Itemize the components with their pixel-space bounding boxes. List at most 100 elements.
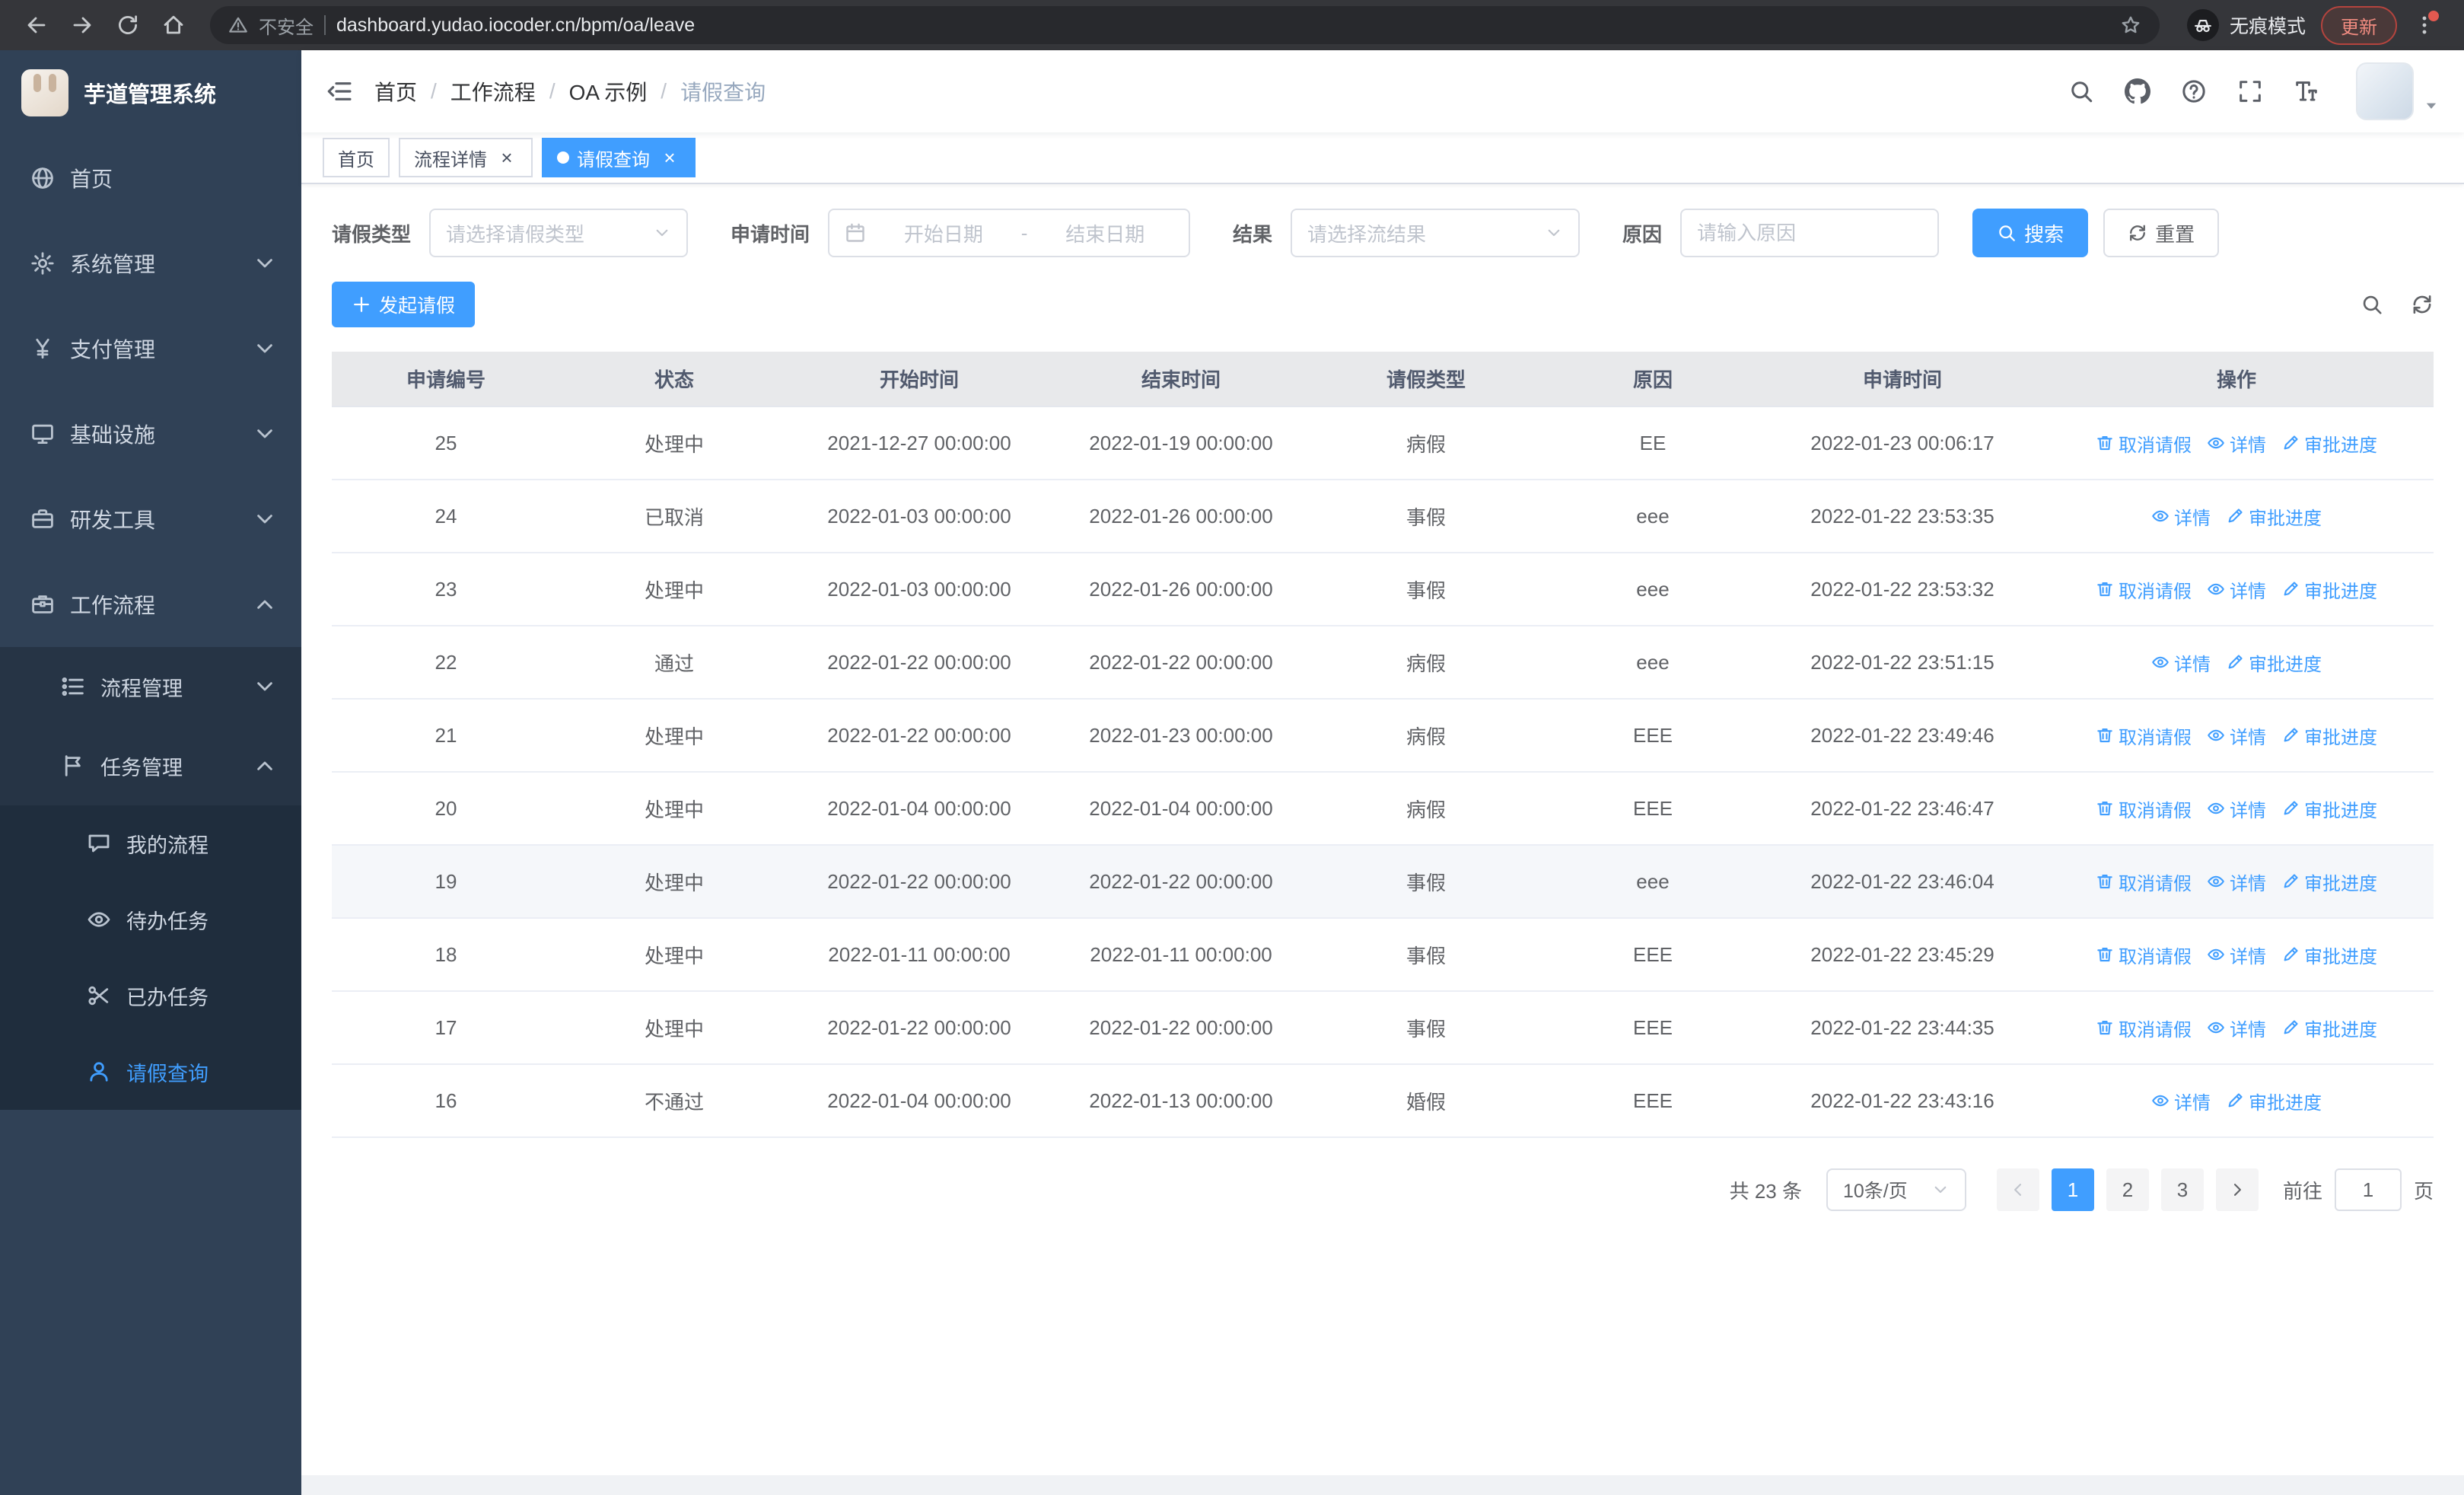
sidebar-item-5[interactable]: 研发工具 [0,477,301,562]
tab-3[interactable]: 请假查询 × [542,138,696,177]
font-size-icon[interactable] [2294,78,2319,104]
detail-action-link[interactable]: 详情 [2207,795,2266,822]
progress-action-link[interactable]: 审批进度 [2281,576,2377,603]
sidebar-item-label: 任务管理 [100,756,183,779]
table-cell-actions: 取消请假 详情 审批进度 [2039,991,2434,1065]
result-placeholder: 请选择流结果 [1307,222,1427,246]
detail-action-link[interactable]: 详情 [2207,430,2266,457]
breadcrumb-item[interactable]: OA 示例 [569,76,648,107]
user-icon [87,1060,111,1084]
detail-action-link[interactable]: 详情 [2207,942,2266,968]
table-cell: 19 [332,845,560,919]
detail-action-link[interactable]: 详情 [2207,722,2266,749]
result-select[interactable]: 请选择流结果 [1291,209,1581,257]
progress-action-link[interactable]: 审批进度 [2281,722,2377,749]
sidebar-item-label: 请假查询 [126,1062,209,1085]
browser-reload-icon[interactable] [107,4,149,46]
apply-time-range-picker[interactable]: 开始日期 - 结束日期 [828,209,1191,257]
progress-action-link[interactable]: 审批进度 [2281,1015,2377,1041]
prev-page-button[interactable] [1996,1168,2039,1211]
sidebar-item-10[interactable]: 待办任务 [0,881,301,958]
table-cell: EEE [1540,699,1765,773]
detail-action-link[interactable]: 详情 [2207,576,2266,603]
leave-type-label: 请假类型 [332,222,412,246]
page-size-select[interactable]: 10条/页 [1826,1168,1966,1211]
sidebar-item-11[interactable]: 已办任务 [0,958,301,1034]
table-cell: 2022-01-04 00:00:00 [1050,772,1312,846]
progress-action-link[interactable]: 审批进度 [2226,1088,2322,1114]
edit-icon [2281,872,2300,891]
cancel-action-link[interactable]: 取消请假 [2096,795,2192,822]
close-tab-icon[interactable]: × [659,147,680,168]
cancel-action-link[interactable]: 取消请假 [2096,869,2192,895]
sidebar-item-12[interactable]: 请假查询 [0,1034,301,1110]
sidebar-item-label: 我的流程 [126,834,209,857]
progress-action-link[interactable]: 审批进度 [2281,942,2377,968]
cancel-action-link[interactable]: 取消请假 [2096,430,2192,457]
sidebar-item-4[interactable]: 基础设施 [0,391,301,477]
create-leave-button[interactable]: 发起请假 [332,282,476,327]
eye-icon [87,907,111,932]
browser-home-icon[interactable] [152,4,195,46]
breadcrumb-item[interactable]: 工作流程 [450,76,536,107]
page-button-2[interactable]: 2 [2106,1168,2149,1211]
reason-input[interactable] [1680,209,1940,257]
reset-button[interactable]: 重置 [2103,209,2220,257]
detail-action-link[interactable]: 详情 [2207,869,2266,895]
table-cell: 2022-01-22 23:49:46 [1765,699,2039,773]
tab-1[interactable]: 首页 [323,138,390,177]
progress-action-link[interactable]: 审批进度 [2281,795,2377,822]
sidebar-collapse-icon[interactable] [326,78,353,105]
detail-action-link[interactable]: 详情 [2151,649,2211,676]
sidebar-item-9[interactable]: 我的流程 [0,805,301,881]
header-search-icon[interactable] [2068,78,2094,104]
progress-action-link[interactable]: 审批进度 [2226,649,2322,676]
browser-update-button[interactable]: 更新 [2321,5,2397,45]
cancel-action-link[interactable]: 取消请假 [2096,722,2192,749]
table-cell: 2022-01-26 00:00:00 [1050,480,1312,553]
browser-back-icon[interactable] [15,4,58,46]
help-icon[interactable] [2181,78,2207,104]
sidebar-item-6[interactable]: 工作流程 [0,562,301,647]
cancel-action-link[interactable]: 取消请假 [2096,576,2192,603]
view-icon [2151,507,2170,525]
search-button[interactable]: 搜索 [1972,209,2089,257]
user-avatar[interactable] [2356,62,2440,120]
caret-down-icon [2423,97,2440,120]
avatar-image [2356,62,2414,120]
page-button-1[interactable]: 1 [2051,1168,2094,1211]
tab-2[interactable]: 流程详情 × [399,138,533,177]
fullscreen-icon[interactable] [2237,78,2263,104]
sidebar-logo[interactable]: 芋道管理系统 [0,50,301,135]
progress-action-link[interactable]: 审批进度 [2226,503,2322,530]
breadcrumb-item[interactable]: 首页 [374,76,417,107]
sidebar-item-8[interactable]: 任务管理 [0,726,301,805]
browser-forward-icon[interactable] [61,4,103,46]
toggle-search-icon[interactable] [2361,293,2383,316]
page-button-3[interactable]: 3 [2160,1168,2204,1211]
refresh-table-icon[interactable] [2411,293,2434,316]
detail-action-link[interactable]: 详情 [2151,1088,2211,1114]
close-tab-icon[interactable]: × [496,147,517,168]
cancel-action-link[interactable]: 取消请假 [2096,1015,2192,1041]
cancel-action-link[interactable]: 取消请假 [2096,942,2192,968]
github-icon[interactable] [2125,78,2150,104]
table-header-row: 申请编号 状态 开始时间 结束时间 请假类型 原因 申请时间 操作 [332,352,2434,407]
leave-type-placeholder: 请选择请假类型 [446,222,585,246]
sidebar-item-1[interactable]: 首页 [0,135,301,221]
next-page-button[interactable] [2215,1168,2259,1211]
detail-action-link[interactable]: 详情 [2151,503,2211,530]
leave-type-select[interactable]: 请选择请假类型 [429,209,689,257]
detail-action-link[interactable]: 详情 [2207,1015,2266,1041]
progress-action-link[interactable]: 审批进度 [2281,430,2377,457]
browser-menu-icon[interactable] [2403,4,2446,46]
sidebar-item-7[interactable]: 流程管理 [0,647,301,726]
sidebar-item-3[interactable]: 支付管理 [0,306,301,391]
progress-action-link[interactable]: 审批进度 [2281,869,2377,895]
sidebar-item-2[interactable]: 系统管理 [0,221,301,306]
table-cell-actions: 取消请假 详情 审批进度 [2039,699,2434,773]
browser-address-bar[interactable]: 不安全 dashboard.yudao.iocoder.cn/bpm/oa/le… [210,6,2160,44]
refresh-icon [2128,223,2147,243]
goto-page-input[interactable] [2334,1168,2402,1211]
bookmark-star-icon[interactable] [2120,14,2141,36]
